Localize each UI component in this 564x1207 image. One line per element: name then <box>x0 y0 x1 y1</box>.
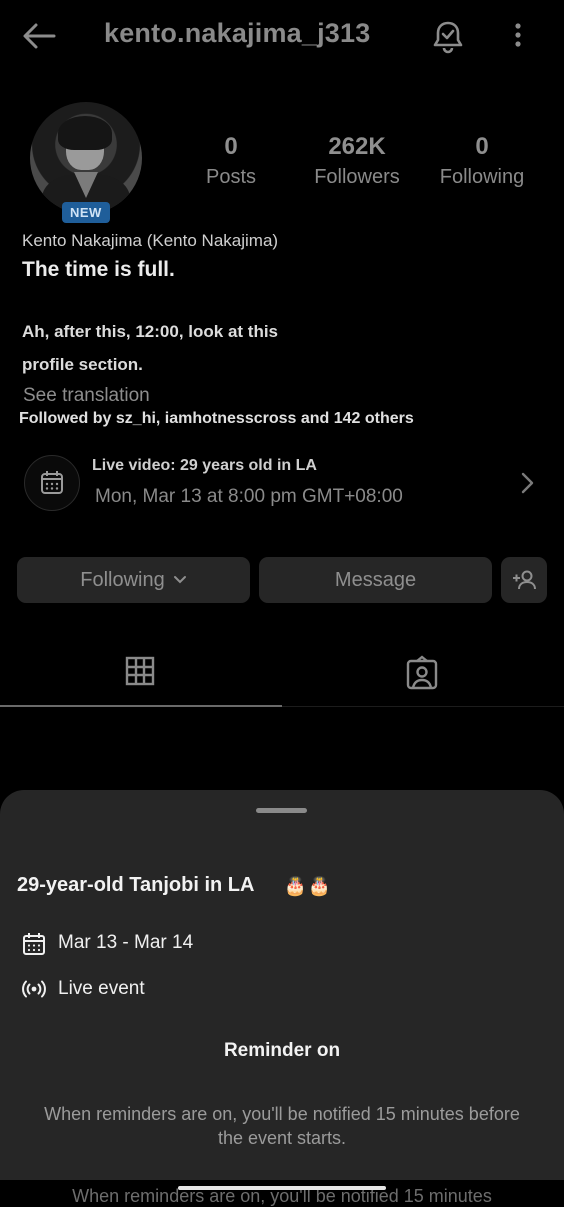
live-video-title[interactable]: Live video: 29 years old in LA <box>92 457 317 475</box>
following-button[interactable]: Following <box>17 557 250 603</box>
see-translation-link[interactable]: See translation <box>23 385 150 407</box>
chevron-right-icon[interactable] <box>520 471 536 495</box>
new-badge: NEW <box>62 202 110 223</box>
bio-line-3: profile section. <box>22 355 143 374</box>
sheet-drag-handle[interactable] <box>256 808 307 813</box>
bio-line-2: Ah, after this, 12:00, look at this <box>22 322 279 341</box>
event-type: Live event <box>58 978 145 999</box>
followers-label[interactable]: Followers <box>287 166 427 189</box>
broadcast-icon <box>22 978 46 1000</box>
add-user-button[interactable] <box>501 557 547 603</box>
grid-tab-icon[interactable] <box>124 655 156 687</box>
following-label[interactable]: Following <box>412 166 552 189</box>
posts-label[interactable]: Posts <box>161 166 301 189</box>
home-indicator[interactable] <box>178 1186 386 1190</box>
message-button[interactable]: Message <box>259 557 492 603</box>
calendar-icon <box>22 932 46 956</box>
more-options-icon[interactable] <box>506 22 530 48</box>
back-arrow-icon[interactable] <box>22 22 56 50</box>
active-tab-indicator <box>0 705 282 707</box>
event-dates: Mar 13 - Mar 14 <box>58 932 194 953</box>
following-count[interactable]: 0 <box>412 133 552 161</box>
followers-count[interactable]: 262K <box>287 133 427 161</box>
display-name: Kento Nakajima (Kento Nakajima) <box>22 231 279 250</box>
event-title-emoji: 🎂🎂 <box>284 876 333 896</box>
notification-bell-icon[interactable] <box>432 20 464 54</box>
reminder-note: When reminders are on, you'll be notifie… <box>44 1104 520 1148</box>
live-video-date[interactable]: Mon, Mar 13 at 8:00 pm GMT+08:00 <box>95 486 403 508</box>
bio-line-1: The time is full. <box>22 258 175 281</box>
reminder-toggle-button[interactable]: Reminder on <box>0 1040 564 1062</box>
add-user-icon <box>511 569 537 591</box>
following-button-label: Following <box>80 568 165 591</box>
chevron-down-icon <box>173 575 187 585</box>
profile-username: kento.nakajima_j313 <box>104 18 371 48</box>
calendar-icon <box>24 455 80 511</box>
tab-divider <box>282 706 564 707</box>
posts-count[interactable]: 0 <box>161 133 301 161</box>
profile-avatar[interactable] <box>30 102 142 214</box>
tagged-tab-icon[interactable] <box>404 655 440 691</box>
event-title: 29-year-old Tanjobi in LA <box>17 874 255 896</box>
followed-by-text[interactable]: Followed by sz_hi, iamhotnesscross and 1… <box>19 410 414 428</box>
